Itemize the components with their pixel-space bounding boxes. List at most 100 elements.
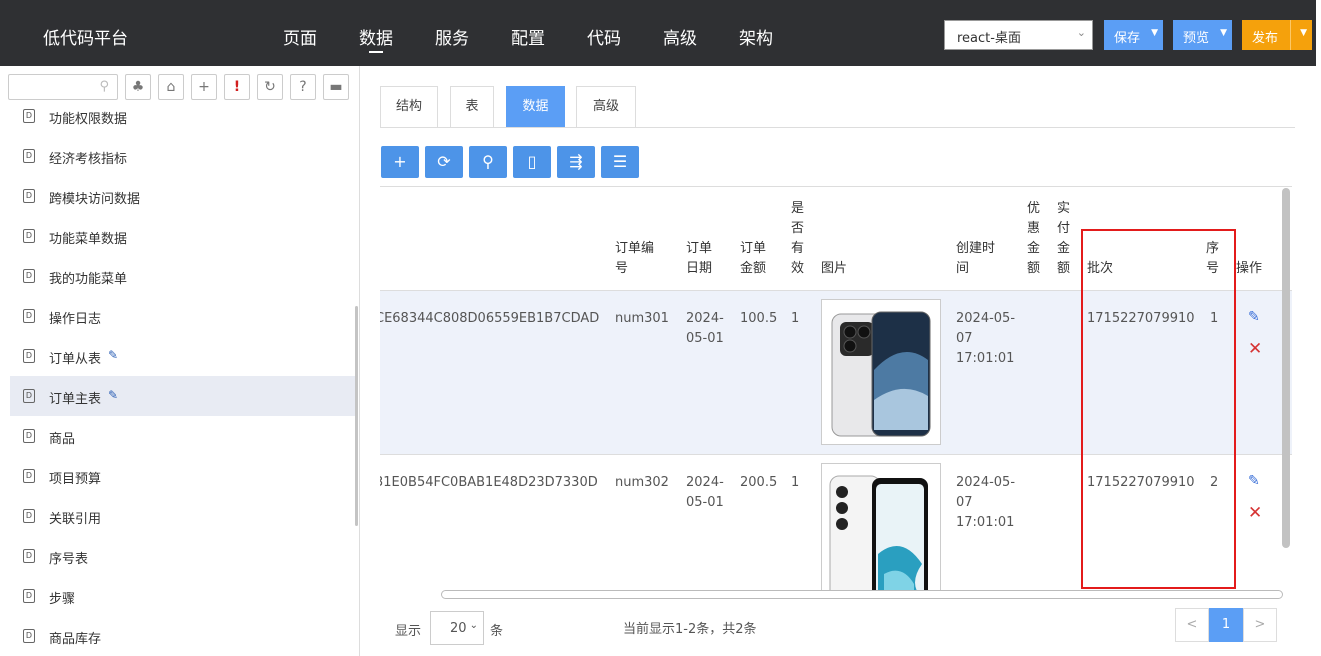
delete-row-icon[interactable]: ✕ bbox=[1248, 339, 1262, 359]
add-icon: + bbox=[393, 152, 407, 171]
header-amount[interactable]: 订单金额 bbox=[740, 239, 770, 279]
page-1-button[interactable]: 1 bbox=[1209, 608, 1243, 642]
product-image[interactable] bbox=[821, 299, 941, 445]
header-valid[interactable]: 是否有效 bbox=[791, 199, 805, 279]
tab-table[interactable]: 表 bbox=[450, 86, 494, 128]
sidebar-item[interactable]: D 经济考核指标 bbox=[10, 136, 356, 176]
search-icon[interactable]: ⚲ bbox=[99, 79, 109, 94]
tab-structure[interactable]: 结构 bbox=[380, 86, 438, 128]
nav-config[interactable]: 配置 bbox=[511, 24, 545, 49]
sidebar-item-label: 商品库存 bbox=[49, 632, 102, 647]
preview-label: 预览 bbox=[1183, 31, 1210, 46]
pencil-icon[interactable]: ✎ bbox=[108, 388, 118, 402]
sidebar-item[interactable]: D 关联引用 bbox=[10, 496, 356, 536]
edit-icon[interactable]: ✎ bbox=[1248, 309, 1260, 325]
document-icon: D bbox=[23, 149, 35, 163]
delete-button[interactable]: ▯ bbox=[513, 146, 551, 178]
sidebar-item[interactable]: D 我的功能菜单 bbox=[10, 256, 356, 296]
nav-active-indicator bbox=[369, 51, 383, 53]
header-paid[interactable]: 实付金额 bbox=[1057, 199, 1071, 279]
edit-icon[interactable]: ✎ bbox=[1248, 473, 1260, 489]
header-order-date[interactable]: 订单日期 bbox=[686, 239, 716, 279]
sidebar-item[interactable]: D 项目预算 bbox=[10, 456, 356, 496]
export-button[interactable]: ☰ bbox=[601, 146, 639, 178]
vertical-scrollbar[interactable] bbox=[1282, 188, 1290, 548]
sidebar-item[interactable]: D 操作日志 bbox=[10, 296, 356, 336]
import-button[interactable]: ⇶ bbox=[557, 146, 595, 178]
pencil-icon[interactable]: ✎ bbox=[108, 348, 118, 362]
cell-id: CE68344C808D06559EB1B7CDAD bbox=[380, 311, 600, 326]
cell-created: 2024-05-07 17:01:01 bbox=[956, 475, 1016, 530]
phone-image bbox=[829, 475, 928, 598]
caret-down-icon[interactable]: ▼ bbox=[1151, 28, 1158, 38]
import-icon: ⇶ bbox=[569, 152, 583, 171]
sidebar-scrollbar[interactable] bbox=[355, 306, 358, 526]
sidebar-item-active[interactable]: D 订单主表 ✎ bbox=[10, 376, 356, 416]
sidebar-search-input[interactable]: ⚲ bbox=[8, 74, 118, 100]
sidebar-item[interactable]: D 跨模块访问数据 bbox=[10, 176, 356, 216]
nav-architecture[interactable]: 架构 bbox=[739, 24, 773, 49]
record-summary: 当前显示1-2条，共2条 bbox=[623, 622, 757, 637]
cell-valid: 1 bbox=[791, 475, 800, 490]
refresh-icon: ⟳ bbox=[437, 152, 451, 171]
comment-icon[interactable]: ▬ bbox=[323, 74, 349, 100]
prev-page-button[interactable]: < bbox=[1175, 608, 1209, 642]
sidebar-item[interactable]: D 订单从表 ✎ bbox=[10, 336, 356, 376]
sidebar-list: D 功能权限数据 D 经济考核指标 D 跨模块访问数据 D 功能菜单数据 D 我的功能菜单… bbox=[10, 96, 356, 656]
chevron-down-icon: ⌄ bbox=[469, 620, 478, 631]
sidebar-item-label: 操作日志 bbox=[49, 312, 102, 327]
help-icon[interactable]: ? bbox=[290, 74, 316, 100]
horizontal-scrollbar[interactable] bbox=[441, 590, 1283, 599]
sidebar-item[interactable]: D 商品 bbox=[10, 416, 356, 456]
save-button[interactable]: 保存 ▼ bbox=[1104, 20, 1163, 50]
env-select-value: react-桌面 bbox=[957, 31, 1021, 46]
tab-data[interactable]: 数据 bbox=[506, 86, 565, 128]
sidebar-item-label: 经济考核指标 bbox=[49, 152, 128, 167]
cell-valid: 1 bbox=[791, 311, 800, 326]
sidebar-item[interactable]: D 序号表 bbox=[10, 536, 356, 576]
document-icon: D bbox=[23, 389, 35, 403]
publish-button[interactable]: 发布 ▼ bbox=[1242, 20, 1312, 50]
tag-icon[interactable]: ⌂ bbox=[158, 74, 184, 100]
page-size-select[interactable]: 20 ⌄ bbox=[430, 611, 484, 645]
alert-icon[interactable]: ! bbox=[224, 74, 250, 100]
refresh-icon[interactable]: ↻ bbox=[257, 74, 283, 100]
caret-down-icon[interactable]: ▼ bbox=[1300, 28, 1307, 38]
product-image[interactable] bbox=[821, 463, 941, 598]
phone-image bbox=[831, 311, 931, 437]
publish-label: 发布 bbox=[1252, 31, 1279, 46]
caret-down-icon[interactable]: ▼ bbox=[1220, 28, 1227, 38]
sidebar-item-label: 功能菜单数据 bbox=[49, 232, 128, 247]
sidebar-item[interactable]: D 功能菜单数据 bbox=[10, 216, 356, 256]
cell-amount: 200.5 bbox=[740, 475, 778, 490]
sidebar-item-label: 序号表 bbox=[49, 552, 89, 567]
page-size-value: 20 bbox=[450, 621, 467, 636]
sidebar-item[interactable]: D 步骤 bbox=[10, 576, 356, 616]
refresh-button[interactable]: ⟳ bbox=[425, 146, 463, 178]
nav-advanced[interactable]: 高级 bbox=[663, 24, 697, 49]
sidebar-item[interactable]: D 商品库存 bbox=[10, 616, 356, 656]
nav-service[interactable]: 服务 bbox=[435, 24, 469, 49]
tab-advanced[interactable]: 高级 bbox=[576, 86, 636, 128]
search-icon: ⚲ bbox=[482, 152, 494, 171]
delete-icon: ▯ bbox=[527, 152, 537, 171]
sidebar-item-label: 商品 bbox=[49, 432, 76, 447]
nav-data[interactable]: 数据 bbox=[359, 24, 393, 49]
add-button[interactable]: + bbox=[381, 146, 419, 178]
tree-icon[interactable]: ♣ bbox=[125, 74, 151, 100]
sidebar: D 功能权限数据 D 经济考核指标 D 跨模块访问数据 D 功能菜单数据 D 我的功能菜单… bbox=[0, 66, 360, 656]
search-button[interactable]: ⚲ bbox=[469, 146, 507, 178]
delete-row-icon[interactable]: ✕ bbox=[1248, 503, 1262, 523]
header-created[interactable]: 创建时间 bbox=[956, 239, 1000, 279]
plus-icon[interactable]: + bbox=[191, 74, 217, 100]
header-order-no[interactable]: 订单编号 bbox=[615, 239, 659, 279]
nav-page[interactable]: 页面 bbox=[283, 24, 317, 49]
sidebar-item-label: 步骤 bbox=[49, 592, 76, 607]
top-bar: 低代码平台 页面 数据 服务 配置 代码 高级 架构 react-桌面 ⌄ 保存… bbox=[0, 0, 1316, 66]
env-select[interactable]: react-桌面 ⌄ bbox=[944, 20, 1093, 50]
next-page-button[interactable]: > bbox=[1243, 608, 1277, 642]
header-image[interactable]: 图片 bbox=[821, 259, 847, 279]
header-discount[interactable]: 优惠金额 bbox=[1027, 199, 1041, 279]
preview-button[interactable]: 预览 ▼ bbox=[1173, 20, 1232, 50]
nav-code[interactable]: 代码 bbox=[587, 24, 621, 49]
